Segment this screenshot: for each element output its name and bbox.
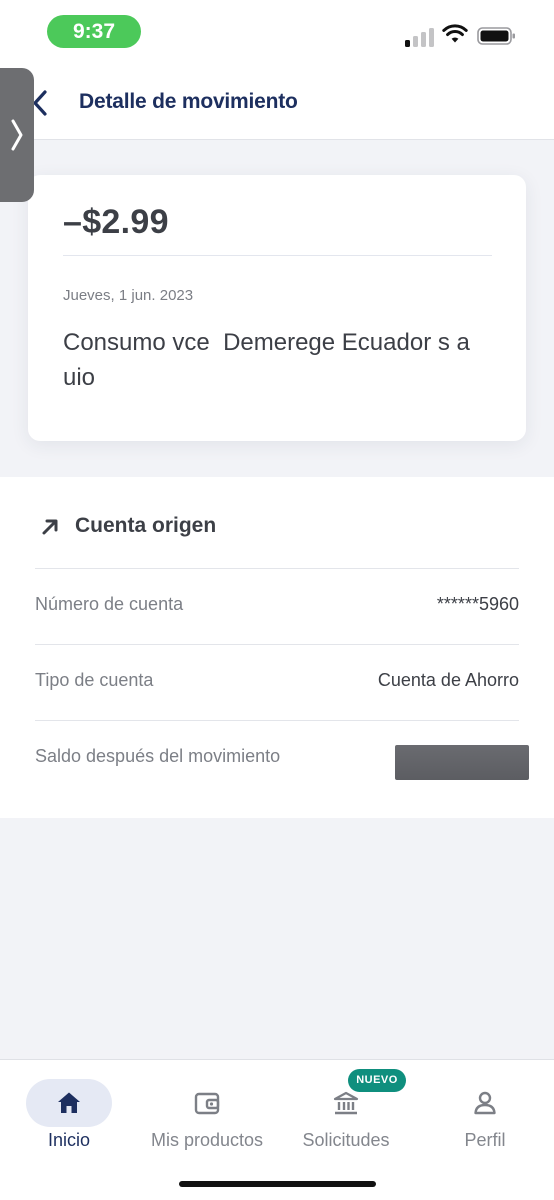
tab-inicio[interactable]: Inicio <box>0 1060 138 1170</box>
redacted-balance-value <box>395 745 529 780</box>
person-icon <box>474 1091 496 1115</box>
section-title: Cuenta origen <box>75 514 217 537</box>
row-label: Número de cuenta <box>35 594 184 614</box>
status-time: 9:37 <box>47 15 141 48</box>
home-indicator <box>179 1181 376 1187</box>
cellular-signal-icon <box>405 27 435 47</box>
balance-after-row: Saldo después del movimiento <box>35 720 529 796</box>
chevron-right-icon <box>11 119 23 151</box>
account-type-row: Tipo de cuenta Cuenta de Ahorro <box>35 644 519 720</box>
movement-date: Jueves, 1 jun. 2023 <box>63 287 194 304</box>
tab-perfil[interactable]: Perfil <box>416 1060 554 1170</box>
app-header: Detalle de movimiento <box>0 62 554 140</box>
tab-mis-productos[interactable]: Mis productos <box>138 1060 276 1170</box>
source-account-section: Cuenta origen Número de cuenta ******596… <box>0 477 554 818</box>
row-label: Tipo de cuenta <box>35 670 154 690</box>
account-number-value: ******5960 <box>436 594 519 614</box>
arrow-up-right-icon <box>42 519 58 535</box>
page-title: Detalle de movimiento <box>79 90 298 113</box>
wallet-icon <box>194 1092 220 1115</box>
tab-icon-wrap <box>442 1079 528 1127</box>
row-label: Saldo después del movimiento <box>35 746 281 766</box>
movement-summary-card: –$2.99 Jueves, 1 jun. 2023 Consumo vce D… <box>28 175 526 441</box>
screen: 9:37 Detalle de movimiento –$2.99 Jueves… <box>0 0 554 1200</box>
status-bar: 9:37 <box>0 0 554 62</box>
tab-label: Solicitudes <box>302 1130 390 1150</box>
side-drawer-handle[interactable] <box>0 68 34 202</box>
tab-label: Inicio <box>47 1130 91 1150</box>
movement-description: Consumo vce Demerege Ecuador s a uio <box>63 329 477 391</box>
battery-icon <box>477 27 515 45</box>
tab-label: Perfil <box>464 1130 506 1150</box>
wifi-icon <box>442 24 468 43</box>
movement-amount: –$2.99 <box>63 203 169 241</box>
home-icon <box>58 1092 80 1113</box>
new-badge: NUEVO <box>348 1069 406 1092</box>
tab-icon-highlight <box>26 1079 112 1127</box>
bottom-tab-bar: Inicio Mis productos Solicitudes Perfil … <box>0 1059 554 1200</box>
bank-icon <box>333 1091 359 1115</box>
account-type-value: Cuenta de Ahorro <box>377 670 519 690</box>
card-divider <box>63 255 492 256</box>
tab-label: Mis productos <box>150 1130 264 1150</box>
tab-icon-wrap <box>164 1079 250 1127</box>
account-number-row: Número de cuenta ******5960 <box>35 568 519 644</box>
